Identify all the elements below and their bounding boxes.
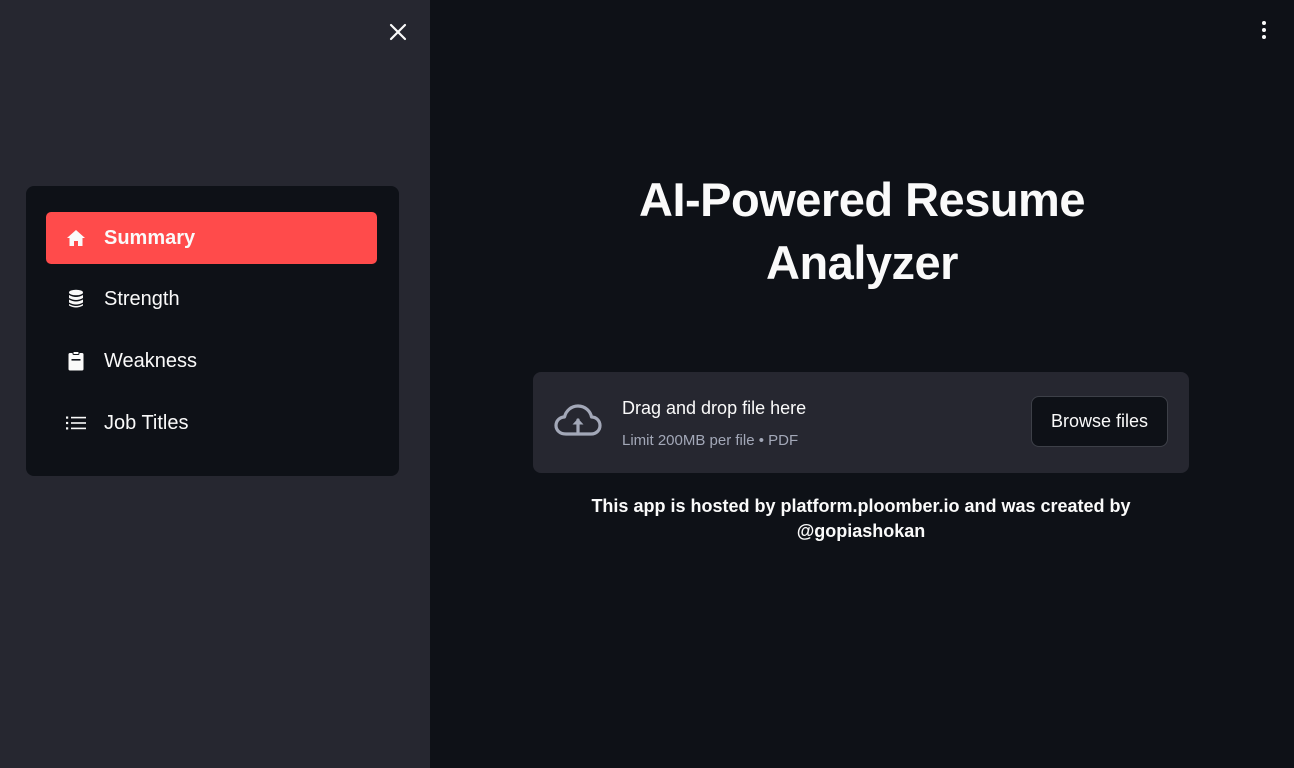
- dropzone-instructions: Drag and drop file here: [622, 398, 807, 418]
- nav-item-label: Weakness: [104, 349, 198, 372]
- nav-item-weakness[interactable]: Weakness: [46, 335, 377, 387]
- app-window: Summary Strength Weakness Job Titles AI-…: [0, 0, 1294, 768]
- hosting-credit-note: This app is hosted by platform.ploomber.…: [530, 494, 1192, 544]
- nav-item-label: Strength: [104, 287, 180, 310]
- cloud-upload-icon: [553, 402, 603, 442]
- list-icon: [66, 413, 86, 433]
- nav-item-strength[interactable]: Strength: [46, 273, 377, 325]
- database-icon: [66, 289, 86, 309]
- hosting-credit-line: This app is hosted by platform.ploomber.…: [591, 496, 1131, 516]
- dropzone-limit-text: Limit 200MB per file • PDF: [622, 432, 799, 449]
- clipboard-icon: [66, 351, 86, 371]
- sidebar-nav-menu: Summary Strength Weakness Job Titles: [26, 186, 399, 476]
- kebab-menu-icon: [1262, 21, 1266, 25]
- nav-item-label: Summary: [104, 226, 196, 249]
- browse-files-button[interactable]: Browse files: [1031, 396, 1168, 447]
- sidebar: Summary Strength Weakness Job Titles: [0, 0, 430, 768]
- main-content: AI-Powered Resume Analyzer Drag and drop…: [430, 0, 1294, 768]
- page-title-line: AI-Powered Resume: [639, 173, 1085, 226]
- close-icon: [389, 23, 407, 41]
- kebab-menu-icon-dot: [1262, 28, 1266, 32]
- page-title: AI-Powered Resume Analyzer: [430, 168, 1294, 294]
- kebab-menu-icon-dot: [1262, 35, 1266, 39]
- main-menu-button[interactable]: [1252, 16, 1276, 44]
- creator-handle: @gopiashokan: [796, 521, 926, 541]
- sidebar-close-button[interactable]: [386, 20, 410, 44]
- page-title-line: Analyzer: [766, 236, 958, 289]
- file-uploader-dropzone[interactable]: Drag and drop file here Limit 200MB per …: [533, 372, 1189, 473]
- nav-item-summary[interactable]: Summary: [46, 212, 377, 264]
- nav-item-job-titles[interactable]: Job Titles: [46, 397, 377, 449]
- nav-item-label: Job Titles: [104, 411, 189, 434]
- home-icon: [66, 228, 86, 248]
